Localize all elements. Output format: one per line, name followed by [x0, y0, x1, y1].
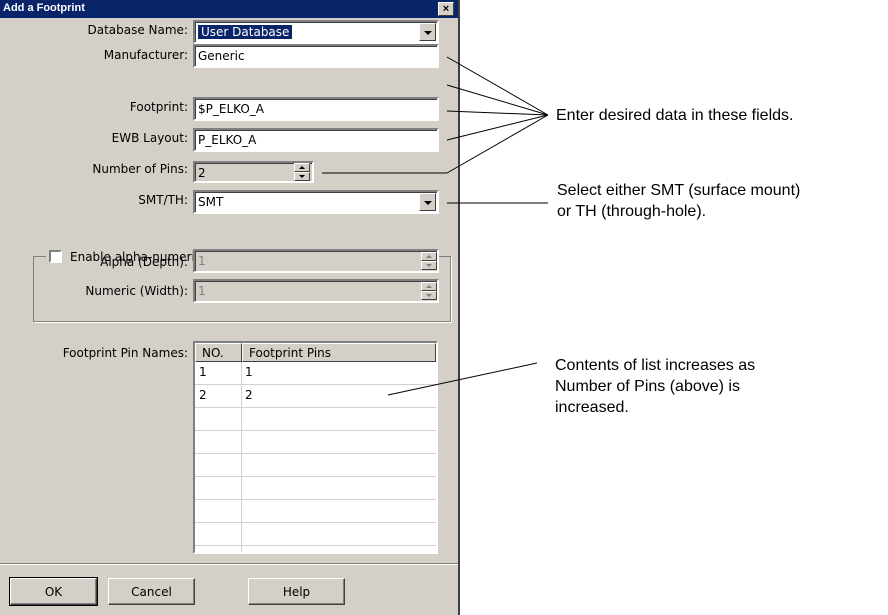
- callout-line: [446, 114, 549, 141]
- callout-line: [446, 56, 549, 116]
- annotation-smt-line2: or TH (through-hole).: [557, 203, 707, 220]
- callout-line: [387, 362, 538, 396]
- annotation-list-line3: increased.: [555, 399, 629, 416]
- annotation-smt-line1: Select either SMT (surface mount): [557, 182, 801, 199]
- callout-line: [446, 110, 549, 116]
- annotation-list-line1: Contents of list increases as: [555, 357, 756, 374]
- callout-line: [446, 114, 549, 174]
- annotation-list-line2: Number of Pins (above) is: [555, 378, 740, 395]
- annotation-fields: Enter desired data in these fields.: [556, 107, 794, 124]
- callout-line: [446, 84, 549, 116]
- callout-lines: [322, 56, 549, 396]
